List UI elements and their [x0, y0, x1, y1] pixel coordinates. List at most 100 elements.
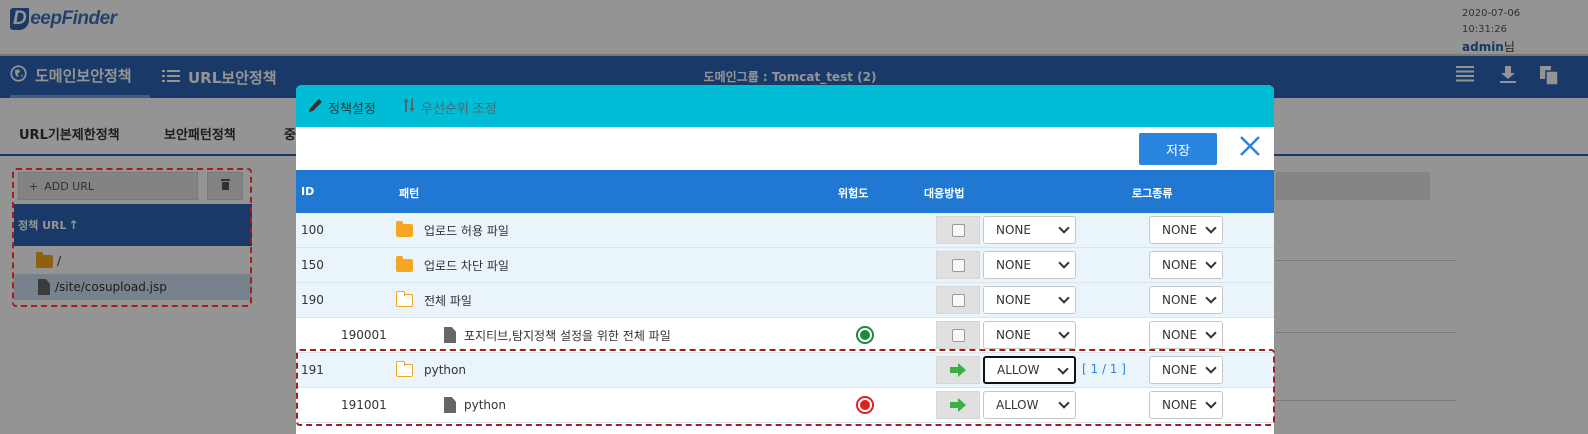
row-pattern: 업로드 차단 파일	[424, 258, 509, 273]
tab-policy-settings[interactable]: 정책설정	[308, 97, 376, 117]
chevron-down-icon	[1205, 292, 1217, 304]
chevron-down-icon	[1058, 292, 1070, 304]
col-pattern[interactable]: 패턴	[399, 185, 419, 201]
risk-red-icon	[856, 388, 874, 422]
action-select-value: NONE	[996, 293, 1031, 307]
sort-arrows-icon	[403, 97, 415, 117]
file-icon	[444, 388, 461, 422]
log-type-select[interactable]: NONE	[1149, 391, 1223, 419]
col-log-type[interactable]: 로그종류	[1132, 185, 1172, 201]
folder-icon	[396, 248, 417, 282]
policy-row[interactable]: 191001 python ALLOW NONE	[296, 388, 1274, 423]
risk-radio	[856, 326, 874, 344]
action-checkbox[interactable]	[936, 216, 980, 244]
row-id: 100	[301, 223, 324, 237]
row-pattern: python	[424, 363, 466, 377]
folder-open-icon-shape	[395, 360, 413, 377]
folder-open-icon	[395, 283, 417, 317]
action-checkbox[interactable]	[936, 286, 980, 314]
risk-radio	[856, 396, 874, 414]
checkbox-box	[951, 258, 965, 272]
policy-settings-modal: 정책설정 우선순위 조정 저장 ID 패턴 위험도 대응방법 로그종류 100 업…	[296, 85, 1274, 434]
log-type-select[interactable]: NONE	[1149, 286, 1223, 314]
log-select-value: NONE	[1162, 328, 1197, 342]
action-select-value: ALLOW	[996, 398, 1039, 412]
action-select-value: NONE	[996, 258, 1031, 272]
log-select-value: NONE	[1162, 398, 1197, 412]
tab-priority-label: 우선순위 조정	[421, 101, 497, 117]
chevron-down-icon	[1205, 327, 1217, 339]
action-select[interactable]: NONE	[983, 251, 1076, 279]
log-type-select[interactable]: NONE	[1149, 251, 1223, 279]
arrow-right-shape	[950, 363, 966, 377]
folder-icon	[396, 213, 417, 247]
save-button[interactable]: 저장	[1139, 133, 1217, 165]
log-type-select[interactable]: NONE	[1149, 321, 1223, 349]
chevron-down-icon	[1205, 397, 1217, 409]
row-id: 150	[301, 258, 324, 272]
action-checkbox[interactable]	[936, 321, 980, 349]
policy-row[interactable]: 191 python ALLOW [ 1 / 1 ] NONE	[296, 353, 1274, 388]
chevron-down-icon	[1058, 222, 1070, 234]
checkbox-box	[951, 328, 965, 342]
action-select[interactable]: ALLOW	[983, 356, 1076, 384]
pencil-icon	[308, 97, 324, 117]
action-select[interactable]: NONE	[983, 321, 1076, 349]
action-select-value: NONE	[996, 328, 1031, 342]
log-select-value: NONE	[1162, 223, 1197, 237]
log-select-value: NONE	[1162, 258, 1197, 272]
tab-priority-adjust[interactable]: 우선순위 조정	[403, 97, 497, 117]
policy-row[interactable]: 100 업로드 허용 파일 NONE NONE	[296, 213, 1274, 248]
chevron-down-icon	[1205, 257, 1217, 269]
close-icon[interactable]	[1237, 135, 1263, 161]
log-type-select[interactable]: NONE	[1149, 356, 1223, 384]
arrow-right-icon[interactable]	[936, 356, 980, 384]
chevron-down-icon	[1205, 362, 1217, 374]
policy-row[interactable]: 150 업로드 차단 파일 NONE NONE	[296, 248, 1274, 283]
log-select-value: NONE	[1162, 363, 1197, 377]
action-checkbox[interactable]	[936, 251, 980, 279]
row-pattern: 포지티브,탐지정책 설정을 위한 전체 파일	[464, 328, 671, 343]
row-id: 191001	[341, 398, 387, 412]
folder-open-icon	[395, 353, 417, 387]
arrow-right-shape	[950, 398, 966, 412]
chevron-down-icon	[1058, 327, 1070, 339]
chevron-down-icon	[1057, 363, 1069, 375]
risk-dot	[860, 330, 870, 340]
risk-green-icon	[856, 318, 874, 352]
log-type-select[interactable]: NONE	[1149, 216, 1223, 244]
row-id: 190001	[341, 328, 387, 342]
action-select-value: NONE	[996, 223, 1031, 237]
action-select[interactable]: NONE	[983, 286, 1076, 314]
row-pattern: 업로드 허용 파일	[424, 223, 509, 238]
policy-row[interactable]: 190 전체 파일 NONE NONE	[296, 283, 1274, 318]
col-id[interactable]: ID	[301, 185, 314, 198]
risk-dot	[860, 400, 870, 410]
policy-table-header: ID 패턴 위험도 대응방법 로그종류	[296, 170, 1274, 213]
action-select[interactable]: NONE	[983, 216, 1076, 244]
col-action[interactable]: 대응방법	[924, 185, 964, 201]
chevron-down-icon	[1058, 257, 1070, 269]
file-icon	[444, 318, 461, 352]
arrow-right-icon[interactable]	[936, 391, 980, 419]
action-select-value: ALLOW	[997, 363, 1040, 377]
log-select-value: NONE	[1162, 293, 1197, 307]
action-select[interactable]: ALLOW	[983, 391, 1076, 419]
row-id: 190	[301, 293, 324, 307]
file-icon-shape	[444, 327, 456, 343]
checkbox-box	[951, 293, 965, 307]
checkbox-box	[951, 223, 965, 237]
file-icon-shape	[444, 397, 456, 413]
modal-toolbar: 저장	[296, 127, 1274, 170]
folder-open-icon-shape	[395, 290, 413, 307]
page-indicator[interactable]: [ 1 / 1 ]	[1082, 362, 1126, 376]
chevron-down-icon	[1205, 222, 1217, 234]
policy-row[interactable]: 190001 포지티브,탐지정책 설정을 위한 전체 파일 NONE NONE	[296, 318, 1274, 353]
row-pattern: 전체 파일	[424, 293, 472, 308]
tab-policy-settings-label: 정책설정	[328, 101, 376, 117]
row-pattern: python	[464, 398, 506, 412]
folder-icon-shape	[396, 255, 413, 272]
col-risk[interactable]: 위험도	[838, 185, 868, 201]
folder-icon-shape	[396, 220, 413, 237]
modal-tab-bar: 정책설정 우선순위 조정	[296, 85, 1274, 127]
